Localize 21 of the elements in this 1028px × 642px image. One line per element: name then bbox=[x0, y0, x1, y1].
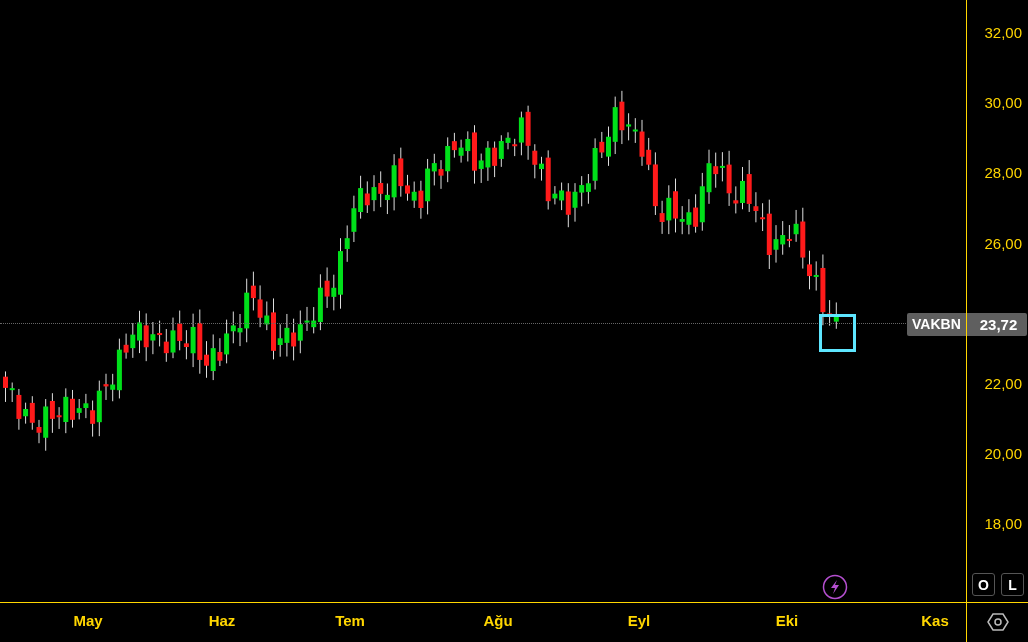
settings-icon[interactable] bbox=[987, 612, 1009, 632]
lightning-icon[interactable] bbox=[822, 574, 848, 600]
y-axis-label: 26,00 bbox=[984, 234, 1022, 253]
x-axis-label: Kas bbox=[921, 612, 949, 630]
x-axis-label: Eki bbox=[775, 612, 799, 630]
x-axis-label: Ağu bbox=[483, 612, 513, 630]
x-axis-label: Tem bbox=[335, 612, 365, 630]
y-axis-label: 20,00 bbox=[984, 445, 1022, 464]
price-label: 23,72 bbox=[966, 313, 1027, 336]
x-axis-label: Eyl bbox=[627, 612, 651, 630]
symbol-label: VAKBN bbox=[907, 313, 966, 336]
y-axis-label: 28,00 bbox=[984, 164, 1022, 183]
y-axis-label: 30,00 bbox=[984, 94, 1022, 113]
scale-button[interactable]: L bbox=[1001, 573, 1024, 596]
y-axis-label: 32,00 bbox=[984, 24, 1022, 42]
y-axis-label: 22,00 bbox=[984, 375, 1022, 393]
x-axis-label: May bbox=[73, 612, 103, 630]
x-axis-label: Haz bbox=[208, 612, 236, 630]
scale-button[interactable]: O bbox=[972, 573, 995, 596]
y-axis-label: 18,00 bbox=[984, 515, 1022, 534]
highlight-box bbox=[819, 314, 856, 352]
